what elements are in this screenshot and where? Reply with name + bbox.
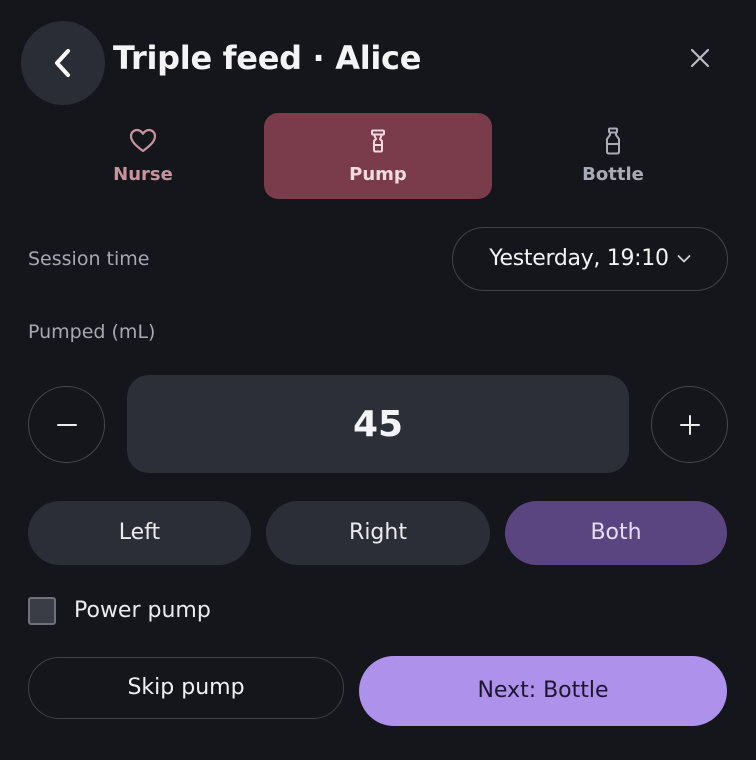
pumped-amount-label: Pumped (mL) bbox=[28, 321, 156, 343]
power-pump-checkbox[interactable] bbox=[28, 597, 56, 625]
chevron-down-icon bbox=[677, 254, 691, 264]
power-pump-label[interactable]: Power pump bbox=[74, 596, 211, 626]
skip-pump-button[interactable]: Skip pump bbox=[28, 657, 344, 719]
close-button[interactable] bbox=[680, 38, 720, 78]
tab-bottle-label: Bottle bbox=[582, 164, 644, 185]
next-bottle-button[interactable]: Next: Bottle bbox=[359, 656, 727, 726]
side-right-button[interactable]: Right bbox=[266, 501, 490, 565]
increment-button[interactable] bbox=[651, 386, 728, 463]
tab-nurse-label: Nurse bbox=[113, 164, 173, 185]
session-time-label: Session time bbox=[28, 248, 150, 270]
chevron-left-icon bbox=[51, 47, 75, 79]
minus-icon bbox=[56, 423, 77, 427]
side-left-button[interactable]: Left bbox=[28, 501, 251, 565]
session-time-dropdown[interactable]: Yesterday, 19:10 bbox=[452, 227, 728, 291]
pump-icon bbox=[370, 126, 386, 156]
tab-bottle[interactable]: Bottle bbox=[500, 113, 726, 199]
plus-icon bbox=[679, 414, 700, 435]
tab-nurse[interactable]: Nurse bbox=[30, 113, 256, 199]
back-button[interactable] bbox=[21, 21, 105, 105]
side-both-button[interactable]: Both bbox=[505, 501, 727, 565]
tab-pump-label: Pump bbox=[349, 164, 407, 185]
session-time-value: Yesterday, 19:10 bbox=[489, 246, 669, 271]
bottle-icon bbox=[604, 126, 622, 156]
page-title: Triple feed · Alice bbox=[113, 39, 422, 77]
pumped-amount-input[interactable]: 45 bbox=[127, 375, 629, 473]
tab-pump[interactable]: Pump bbox=[264, 113, 492, 199]
close-icon bbox=[690, 48, 710, 68]
heart-icon bbox=[129, 126, 157, 156]
decrement-button[interactable] bbox=[28, 386, 105, 463]
